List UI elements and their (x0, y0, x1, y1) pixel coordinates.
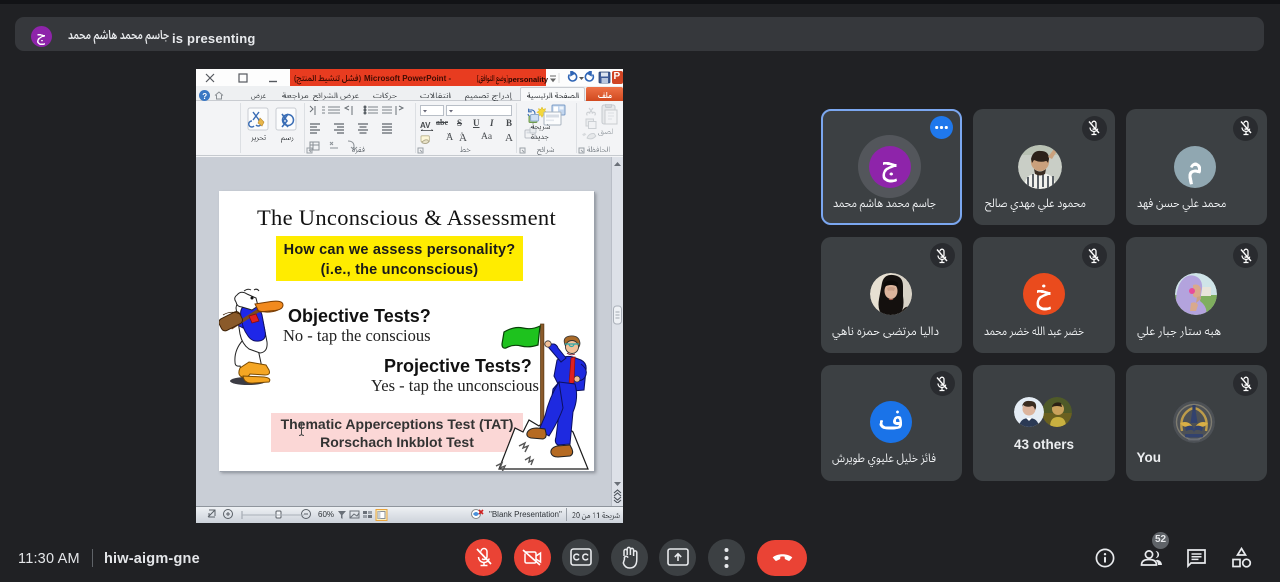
svg-text:AV: AV (420, 121, 431, 130)
